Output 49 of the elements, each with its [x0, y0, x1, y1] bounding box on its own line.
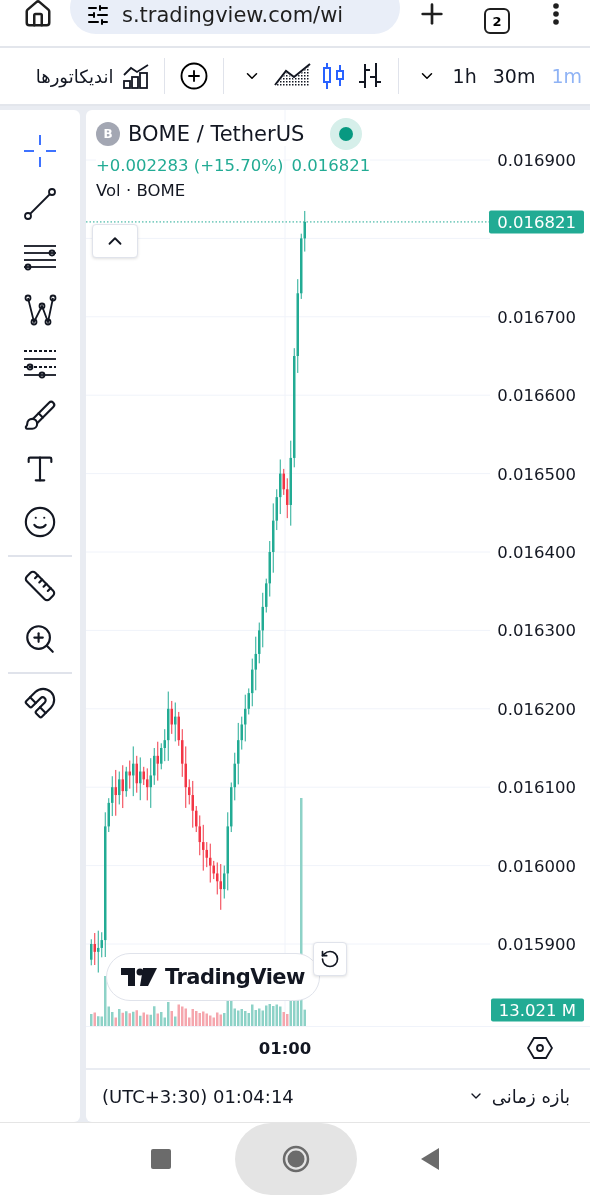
price-label: 0.015900 [497, 934, 576, 954]
price-label: 0.016000 [497, 856, 576, 876]
candles-icon [321, 62, 346, 90]
brush-icon [23, 399, 57, 433]
tab-count-button[interactable]: 2 [484, 8, 510, 34]
emoji-icon [23, 505, 57, 539]
crosshair-icon [22, 133, 58, 169]
clock-text: (UTC+3:30) 01:04:14 [102, 1085, 294, 1107]
area-chart-icon [273, 63, 312, 89]
home-circle-icon [282, 1144, 310, 1173]
price-label: 0.016200 [497, 699, 576, 719]
price-change: +0.002283 (+15.70%) [96, 156, 284, 175]
interval-button[interactable]: 30m [484, 65, 544, 87]
logo-badge[interactable]: TradingView [106, 953, 320, 1001]
ruler-icon [23, 569, 57, 603]
last-price-tag: 0.016821 [489, 210, 584, 234]
price-label: 0.016600 [497, 385, 576, 405]
symbol-title[interactable]: BOME / TetherUS [128, 122, 305, 146]
menu-icon [553, 3, 559, 25]
price-label: 0.016500 [497, 464, 576, 484]
zoom-icon [23, 622, 57, 656]
settings-icon[interactable] [527, 1034, 553, 1061]
trend-line-icon [22, 186, 58, 222]
reset-button[interactable] [313, 942, 347, 976]
pattern-icon [22, 292, 58, 328]
price-label: 0.016900 [497, 150, 576, 170]
price-label: 0.016300 [497, 620, 576, 640]
price-label: 0.016400 [497, 542, 576, 562]
back-button[interactable] [421, 1147, 439, 1170]
address-bar[interactable]: s.tradingview.com/wi [70, 0, 400, 34]
indicators-icon [121, 63, 150, 89]
indicators-button[interactable]: اندیکاتورها [31, 56, 154, 96]
magnet-icon [23, 686, 57, 720]
volume-tag: 13.021 M [490, 998, 584, 1022]
reset-icon [320, 949, 340, 969]
site-settings-icon [86, 3, 110, 27]
market-status[interactable] [330, 118, 363, 150]
collapse-button[interactable] [92, 224, 138, 258]
home-icon [23, 0, 53, 29]
price-label: 0.016700 [497, 307, 576, 327]
interval-button[interactable]: 1h [444, 65, 485, 87]
plus-circle-icon [178, 61, 209, 91]
time-label: 01:00 [258, 1038, 312, 1057]
price-label: 0.016100 [497, 777, 576, 797]
recents-button[interactable] [151, 1148, 171, 1169]
bars-icon [356, 62, 383, 90]
range-button[interactable]: بازه زمانی [467, 1085, 570, 1107]
symbol-logo: B [96, 122, 120, 146]
logo-icon [121, 968, 157, 986]
